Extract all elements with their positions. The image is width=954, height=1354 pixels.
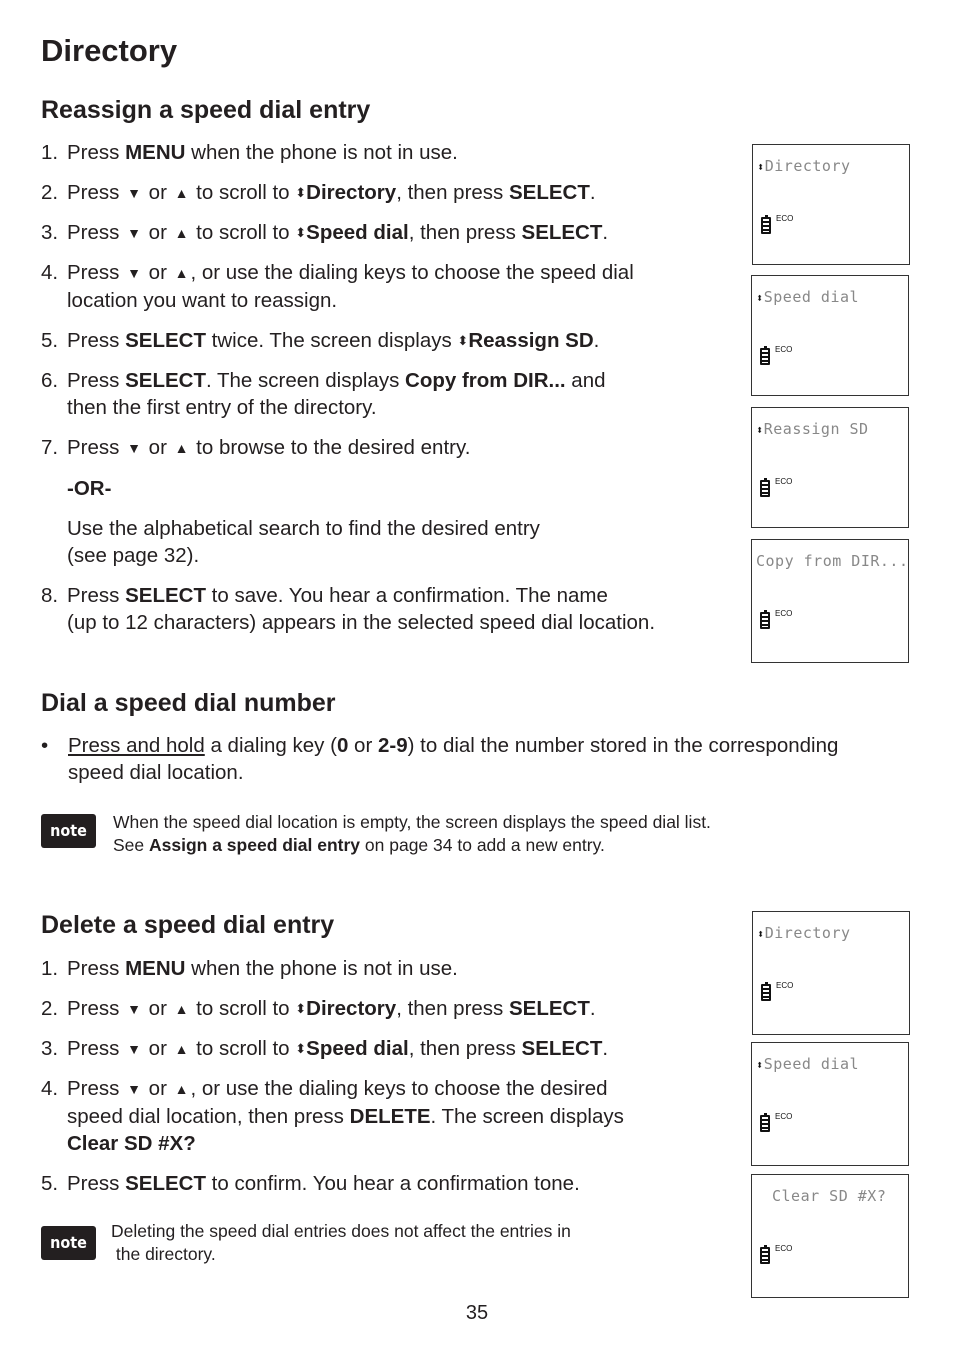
- updown-arrow-icon: ⬍: [757, 160, 765, 174]
- reassign-step-4: 4. Press ▼ or ▲, or use the dialing keys…: [41, 261, 634, 312]
- delete-note-text: Deleting the speed dial entries does not…: [111, 1221, 571, 1264]
- down-arrow-icon: ▼: [127, 1001, 141, 1017]
- reassign-step-7: 7. Press ▼ or ▲ to browse to the desired…: [41, 434, 470, 462]
- down-arrow-icon: ▼: [127, 225, 141, 241]
- lcd-screen-clear-sd: Clear SD #X? ECO: [751, 1174, 909, 1298]
- battery-icon: [760, 610, 770, 629]
- updown-arrow-icon: ⬍: [295, 1001, 307, 1016]
- lcd-screen-speed-dial: ⬍Speed dial ECO: [751, 275, 909, 396]
- updown-arrow-icon: ⬍: [756, 1058, 764, 1072]
- updown-arrow-icon: ⬍: [295, 185, 307, 200]
- dial-bullet: • Press and hold a dialing key (0 or 2-9…: [41, 734, 839, 784]
- lcd-screen-reassign-sd: ⬍Reassign SD ECO: [751, 407, 909, 528]
- up-arrow-icon: ▲: [174, 1041, 189, 1057]
- up-arrow-icon: ▲: [174, 225, 189, 241]
- battery-icon: [760, 346, 770, 365]
- eco-indicator: ECO: [775, 1112, 793, 1121]
- reassign-step-8: 8. Press SELECT to save. You hear a conf…: [41, 584, 656, 634]
- updown-arrow-icon: ⬍: [757, 927, 765, 941]
- reassign-step-6: 6. Press SELECT. The screen displays Cop…: [41, 369, 606, 419]
- page-title: Directory: [41, 33, 178, 68]
- delete-step-2: 2. Press ▼ or ▲ to scroll to ⬍Directory,…: [41, 995, 596, 1023]
- battery-icon: [760, 1245, 770, 1264]
- eco-indicator: ECO: [775, 345, 793, 354]
- up-arrow-icon: ▲: [174, 265, 189, 281]
- down-arrow-icon: ▼: [127, 265, 141, 281]
- page-number: 35: [465, 1302, 489, 1324]
- delete-step-4: 4. Press ▼ or ▲, or use the dialing keys…: [41, 1077, 624, 1155]
- dial-heading: Dial a speed dial number: [41, 689, 336, 717]
- down-arrow-icon: ▼: [127, 1081, 141, 1097]
- battery-icon: [761, 982, 771, 1001]
- updown-arrow-icon: ⬍: [457, 333, 469, 348]
- reassign-step-1: 1. Press MENU when the phone is not in u…: [41, 141, 458, 164]
- eco-indicator: ECO: [776, 981, 794, 990]
- updown-arrow-icon: ⬍: [295, 225, 307, 240]
- up-arrow-icon: ▲: [174, 185, 189, 201]
- eco-indicator: ECO: [775, 1244, 793, 1253]
- reassign-step-3: 3. Press ▼ or ▲ to scroll to ⬍Speed dial…: [41, 219, 608, 247]
- delete-heading: Delete a speed dial entry: [41, 911, 335, 939]
- note-badge: note: [41, 1226, 96, 1260]
- down-arrow-icon: ▼: [127, 185, 141, 201]
- lcd-screen-directory: ⬍Directory ECO: [752, 144, 910, 265]
- reassign-step-2: 2. Press ▼ or ▲ to scroll to ⬍Directory,…: [41, 179, 596, 207]
- down-arrow-icon: ▼: [127, 440, 141, 456]
- updown-arrow-icon: ⬍: [756, 423, 764, 437]
- updown-arrow-icon: ⬍: [295, 1041, 307, 1056]
- battery-icon: [760, 1113, 770, 1132]
- battery-icon: [761, 215, 771, 234]
- updown-arrow-icon: ⬍: [756, 291, 764, 305]
- eco-indicator: ECO: [775, 609, 793, 618]
- delete-step-5: 5. Press SELECT to confirm. You hear a c…: [41, 1172, 580, 1195]
- reassign-heading: Reassign a speed dial entry: [41, 96, 371, 124]
- dial-note-text: When the speed dial location is empty, t…: [113, 812, 711, 855]
- up-arrow-icon: ▲: [174, 440, 189, 456]
- lcd-screen-directory: ⬍Directory ECO: [752, 911, 910, 1035]
- note-badge: note: [41, 814, 96, 848]
- up-arrow-icon: ▲: [174, 1081, 189, 1097]
- reassign-step-5: 5. Press SELECT twice. The screen displa…: [41, 329, 600, 352]
- down-arrow-icon: ▼: [127, 1041, 141, 1057]
- reassign-alt-text: Use the alphabetical search to find the …: [67, 517, 540, 567]
- eco-indicator: ECO: [776, 214, 794, 223]
- battery-icon: [760, 478, 770, 497]
- delete-step-3: 3. Press ▼ or ▲ to scroll to ⬍Speed dial…: [41, 1035, 608, 1063]
- reassign-or-label: -OR-: [67, 477, 112, 500]
- lcd-screen-copy-from-dir: Copy from DIR... ECO: [751, 539, 909, 663]
- up-arrow-icon: ▲: [174, 1001, 189, 1017]
- eco-indicator: ECO: [775, 477, 793, 486]
- lcd-screen-speed-dial: ⬍Speed dial ECO: [751, 1042, 909, 1166]
- delete-step-1: 1. Press MENU when the phone is not in u…: [41, 957, 458, 980]
